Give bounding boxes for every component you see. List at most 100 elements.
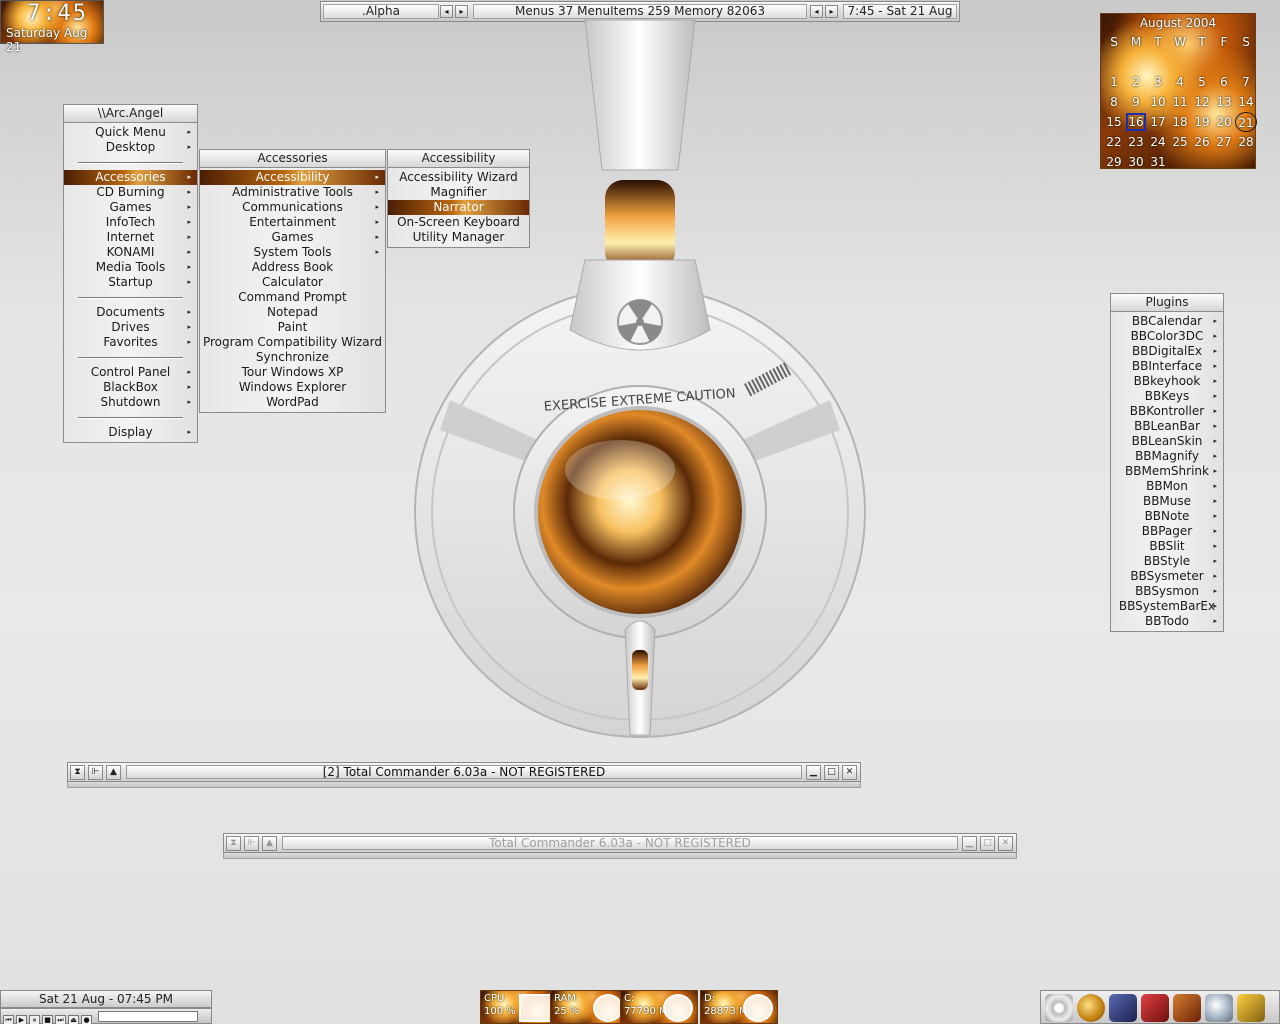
minimize-button[interactable]: ▁ bbox=[962, 836, 977, 851]
menu-item[interactable]: Administrative Tools ▸ bbox=[200, 185, 385, 200]
menu-item[interactable]: BBMagnify ▸ bbox=[1111, 449, 1223, 464]
menu-item[interactable]: Display ▸ bbox=[64, 425, 197, 440]
ball-icon[interactable] bbox=[1077, 994, 1105, 1022]
window-titlebar[interactable]: ⧗ ⊩ ▲ [2] Total Commander 6.03a - NOT RE… bbox=[67, 762, 861, 782]
menu-item[interactable]: Favorites ▸ bbox=[64, 335, 197, 350]
calendar-day[interactable]: 17 bbox=[1147, 112, 1169, 132]
calendar-day[interactable]: 4 bbox=[1169, 72, 1191, 92]
menu-item[interactable]: Synchronize bbox=[200, 350, 385, 365]
calendar-day[interactable]: 25 bbox=[1169, 132, 1191, 152]
menu-item[interactable]: KONAMI ▸ bbox=[64, 245, 197, 260]
calendar-day[interactable]: 19 bbox=[1191, 112, 1213, 132]
calendar-day[interactable]: 14 bbox=[1235, 92, 1257, 112]
menu-item[interactable]: Windows Explorer bbox=[200, 380, 385, 395]
menu-item[interactable]: Accessories ▸ bbox=[64, 170, 197, 185]
calendar-day[interactable]: 22 bbox=[1103, 132, 1125, 152]
eject-icon[interactable]: ⏏ bbox=[68, 1015, 79, 1024]
menu-item[interactable]: BBInterface ▸ bbox=[1111, 359, 1223, 374]
calendar-widget[interactable]: August 2004 S M T W T F S 1 2 3 4 5 6 7 8 9 10 11 12 13 14 15… bbox=[1100, 13, 1257, 172]
calendar-day[interactable]: 2 bbox=[1125, 72, 1147, 92]
calendar-day[interactable]: 27 bbox=[1213, 132, 1235, 152]
menu-item[interactable]: Drives ▸ bbox=[64, 320, 197, 335]
menu-item[interactable]: Entertainment ▸ bbox=[200, 215, 385, 230]
maximize-button[interactable]: □ bbox=[824, 765, 839, 780]
menu-item[interactable]: BBKeys ▸ bbox=[1111, 389, 1223, 404]
menu-item[interactable]: Utility Manager bbox=[388, 230, 529, 245]
menu-item[interactable]: BBKontroller ▸ bbox=[1111, 404, 1223, 419]
menu-item[interactable]: Shutdown ▸ bbox=[64, 395, 197, 410]
calendar-day[interactable]: 30 bbox=[1125, 152, 1147, 172]
menu-item[interactable]: BBSysmon ▸ bbox=[1111, 584, 1223, 599]
calendar-day[interactable]: 16 bbox=[1125, 112, 1147, 132]
stop-icon[interactable]: ■ bbox=[42, 1015, 53, 1024]
calendar-day[interactable]: 10 bbox=[1147, 92, 1169, 112]
menu-item[interactable]: BlackBox ▸ bbox=[64, 380, 197, 395]
calendar-day[interactable]: 7 bbox=[1235, 72, 1257, 92]
maximize-button[interactable]: □ bbox=[980, 836, 995, 851]
menu-item[interactable]: BBColor3DC ▸ bbox=[1111, 329, 1223, 344]
menu-item[interactable]: Games ▸ bbox=[64, 200, 197, 215]
menu-item[interactable]: CD Burning ▸ bbox=[64, 185, 197, 200]
calendar-day[interactable]: 29 bbox=[1103, 152, 1125, 172]
menu-item[interactable]: Notepad bbox=[200, 305, 385, 320]
menu-item[interactable]: BBSystemBarEx ▸ bbox=[1111, 599, 1223, 614]
menu-item[interactable]: BBPager ▸ bbox=[1111, 524, 1223, 539]
disc-icon[interactable] bbox=[1045, 994, 1073, 1022]
calendar-day[interactable]: 18 bbox=[1169, 112, 1191, 132]
menu-item[interactable]: Internet ▸ bbox=[64, 230, 197, 245]
menu-item[interactable]: Paint bbox=[200, 320, 385, 335]
calendar-day[interactable]: 1 bbox=[1103, 72, 1125, 92]
volume-slider[interactable] bbox=[97, 1011, 198, 1022]
menu-item[interactable]: Desktop ▸ bbox=[64, 140, 197, 155]
menu-item[interactable]: Command Prompt bbox=[200, 290, 385, 305]
next-track-icon[interactable]: ⏭ bbox=[55, 1015, 66, 1024]
menu-item[interactable]: Tour Windows XP bbox=[200, 365, 385, 380]
menu-item[interactable]: BBLeanSkin ▸ bbox=[1111, 434, 1223, 449]
menu-item[interactable]: Program Compatibility Wizard bbox=[200, 335, 385, 350]
menu-item[interactable]: BBkeyhook ▸ bbox=[1111, 374, 1223, 389]
prev-track-icon[interactable]: ⏮ bbox=[3, 1015, 14, 1024]
minimize-button[interactable]: ▁ bbox=[806, 765, 821, 780]
shade-button[interactable]: ▲ bbox=[262, 836, 277, 851]
menu-item[interactable]: BBMemShrink ▸ bbox=[1111, 464, 1223, 479]
calendar-day[interactable]: 5 bbox=[1191, 72, 1213, 92]
calendar-day[interactable]: 21 bbox=[1235, 112, 1257, 132]
calendar-day[interactable]: 20 bbox=[1213, 112, 1235, 132]
calendar-day[interactable]: 23 bbox=[1125, 132, 1147, 152]
plugins-menu-title[interactable]: Plugins bbox=[1110, 293, 1224, 312]
pause-icon[interactable]: ⏸ bbox=[29, 1015, 40, 1024]
menu-item[interactable]: Narrator bbox=[388, 200, 529, 215]
play-icon[interactable]: ▶ bbox=[16, 1015, 27, 1024]
menu-item[interactable]: Magnifier bbox=[388, 185, 529, 200]
shade-button[interactable]: ▲ bbox=[106, 765, 121, 780]
menu-item[interactable]: Games ▸ bbox=[200, 230, 385, 245]
menu-item[interactable]: On-Screen Keyboard bbox=[388, 215, 529, 230]
menu-item[interactable]: BBMon ▸ bbox=[1111, 479, 1223, 494]
pin-button[interactable]: ⧗ bbox=[70, 765, 85, 780]
calendar-day[interactable]: 24 bbox=[1147, 132, 1169, 152]
menu-item[interactable]: Address Book bbox=[200, 260, 385, 275]
sticky-button[interactable]: ⊩ bbox=[88, 765, 103, 780]
calendar-day[interactable]: 31 bbox=[1147, 152, 1169, 172]
menu-item[interactable]: BBMuse ▸ bbox=[1111, 494, 1223, 509]
folder-icon[interactable] bbox=[1109, 994, 1137, 1022]
menu-item[interactable]: InfoTech ▸ bbox=[64, 215, 197, 230]
menu-item[interactable]: Communications ▸ bbox=[200, 200, 385, 215]
menu-item[interactable]: Calculator bbox=[200, 275, 385, 290]
menu-item[interactable]: BBLeanBar ▸ bbox=[1111, 419, 1223, 434]
menu-item[interactable]: Startup ▸ bbox=[64, 275, 197, 290]
bottom-datetime[interactable]: Sat 21 Aug - 07:45 PM bbox=[0, 990, 212, 1008]
menu-item[interactable]: WordPad bbox=[200, 395, 385, 410]
close-button[interactable]: ✕ bbox=[998, 836, 1013, 851]
calendar-day[interactable]: 11 bbox=[1169, 92, 1191, 112]
menu-item[interactable]: BBDigitalEx ▸ bbox=[1111, 344, 1223, 359]
menu-item[interactable]: BBStyle ▸ bbox=[1111, 554, 1223, 569]
calendar-day[interactable]: 15 bbox=[1103, 112, 1125, 132]
flag-icon[interactable] bbox=[1237, 994, 1265, 1022]
menu-item[interactable]: BBSysmeter ▸ bbox=[1111, 569, 1223, 584]
calendar-day[interactable]: 13 bbox=[1213, 92, 1235, 112]
menu-item[interactable]: Documents ▸ bbox=[64, 305, 197, 320]
menu-item[interactable]: Accessibility ▸ bbox=[200, 170, 385, 185]
book-red-icon[interactable] bbox=[1173, 994, 1201, 1022]
accessibility-menu-title[interactable]: Accessibility bbox=[387, 149, 530, 168]
